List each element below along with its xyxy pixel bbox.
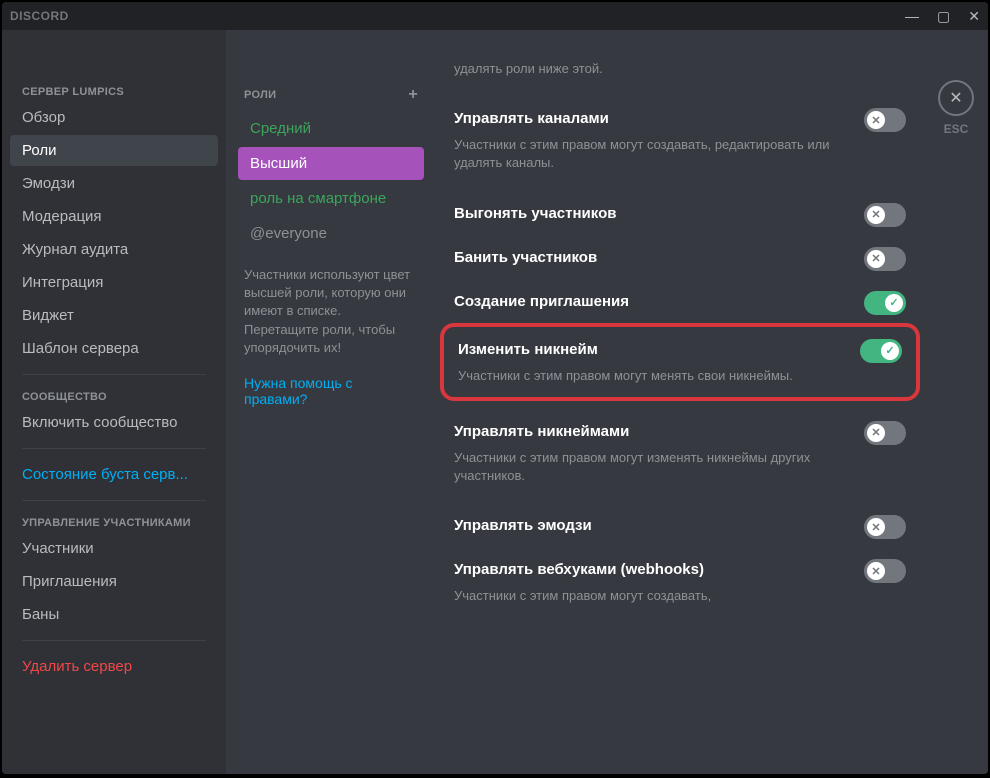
nav-item[interactable]: Участники <box>10 533 218 564</box>
permission-title: Банить участников <box>454 249 597 266</box>
nav-item[interactable]: Интеграция <box>10 267 218 298</box>
nav-delete-server[interactable]: Удалить сервер <box>10 651 218 682</box>
permission-description: Участники с этим правом могут изменять н… <box>454 449 906 499</box>
roles-header-label: РОЛИ <box>244 89 276 101</box>
cross-icon <box>867 206 885 224</box>
divider <box>22 640 206 641</box>
community-section-header: СООБЩЕСТВО <box>10 385 218 407</box>
permission-block: Управлять каналами Участники с этим право… <box>454 92 906 186</box>
nav-item[interactable]: Модерация <box>10 201 218 232</box>
divider <box>22 448 206 449</box>
roles-header: РОЛИ + <box>238 80 424 112</box>
permission-toggle[interactable] <box>864 108 906 132</box>
permission-block: Выгонять участников <box>454 187 906 231</box>
permission-block: Управлять никнеймами Участники с этим пра… <box>454 405 906 499</box>
esc-label: ESC <box>924 122 988 136</box>
nav-item[interactable]: Журнал аудита <box>10 234 218 265</box>
nav-boost-status[interactable]: Состояние буста серв... <box>10 459 218 490</box>
nav-item[interactable]: Баны <box>10 599 218 630</box>
permission-title: Управлять никнеймами <box>454 423 629 440</box>
permission-block: Банить участников <box>454 231 906 275</box>
cross-icon <box>867 250 885 268</box>
permission-row: Управлять эмодзи <box>454 499 906 543</box>
permission-block: удалять роли ниже этой. <box>454 60 906 92</box>
close-button[interactable]: ✕ <box>968 8 980 25</box>
esc-column: ✕ ESC <box>924 30 988 774</box>
roles-help-link[interactable]: Нужна помощь с правами? <box>238 357 424 407</box>
role-item[interactable]: Высший <box>238 147 424 180</box>
divider <box>22 374 206 375</box>
permission-highlighted: Изменить никнейм Участники с этим правом … <box>440 323 920 401</box>
nav-item[interactable]: Шаблон сервера <box>10 333 218 364</box>
role-item[interactable]: @everyone <box>238 217 424 250</box>
role-item[interactable]: Средний <box>238 112 424 145</box>
check-icon <box>881 342 899 360</box>
permission-title: Управлять каналами <box>454 110 609 127</box>
permission-title: Управлять вебхуками (webhooks) <box>454 561 704 578</box>
permission-block: Управлять эмодзи <box>454 499 906 543</box>
maximize-button[interactable]: ▢ <box>937 8 950 25</box>
permission-toggle[interactable] <box>864 559 906 583</box>
app-name: DISCORD <box>10 9 69 23</box>
nav-enable-community[interactable]: Включить сообщество <box>10 407 218 438</box>
divider <box>22 500 206 501</box>
permission-toggle[interactable] <box>864 421 906 445</box>
cross-icon <box>867 424 885 442</box>
window-controls: — ▢ ✕ <box>905 8 980 25</box>
add-role-icon[interactable]: + <box>408 86 418 104</box>
roles-help-text: Участники используют цвет высшей роли, к… <box>238 252 424 357</box>
permission-title: Изменить никнейм <box>458 341 598 358</box>
permission-block: Управлять вебхуками (webhooks) Участники … <box>454 543 906 619</box>
permission-block: Создание приглашения <box>454 275 906 319</box>
nav-item[interactable]: Роли <box>10 135 218 166</box>
permission-description: Участники с этим правом могут создавать, <box>454 587 906 619</box>
minimize-button[interactable]: — <box>905 8 919 25</box>
titlebar: DISCORD — ▢ ✕ <box>2 2 988 30</box>
permission-description: удалять роли ниже этой. <box>454 60 906 92</box>
permission-toggle[interactable] <box>864 247 906 271</box>
permission-title: Управлять эмодзи <box>454 517 592 534</box>
nav-item[interactable]: Эмодзи <box>10 168 218 199</box>
permission-description: Участники с этим правом могут менять сво… <box>458 367 902 395</box>
cross-icon <box>867 562 885 580</box>
permission-toggle[interactable] <box>864 515 906 539</box>
permission-title: Создание приглашения <box>454 293 629 310</box>
permission-toggle[interactable] <box>864 203 906 227</box>
cross-icon <box>867 111 885 129</box>
server-section-header: СЕРВЕР LUMPICS <box>10 80 218 102</box>
permission-toggle[interactable] <box>860 339 902 363</box>
nav-item[interactable]: Обзор <box>10 102 218 133</box>
permission-title: Выгонять участников <box>454 205 616 222</box>
permission-row: Создание приглашения <box>454 275 906 319</box>
roles-list-panel: РОЛИ + СреднийВысшийроль на смартфоне@ev… <box>226 30 436 774</box>
permissions-panel: удалять роли ниже этой.Управлять каналам… <box>436 30 924 774</box>
cross-icon <box>867 518 885 536</box>
member-mgmt-section-header: УПРАВЛЕНИЕ УЧАСТНИКАМИ <box>10 511 218 533</box>
permission-row: Изменить никнейм <box>458 335 902 367</box>
permission-row: Банить участников <box>454 231 906 275</box>
nav-item[interactable]: Приглашения <box>10 566 218 597</box>
settings-sidebar: СЕРВЕР LUMPICS ОбзорРолиЭмодзиМодерацияЖ… <box>2 30 226 774</box>
check-icon <box>885 294 903 312</box>
permission-row: Управлять никнеймами <box>454 405 906 449</box>
permission-row: Выгонять участников <box>454 187 906 231</box>
role-item[interactable]: роль на смартфоне <box>238 182 424 215</box>
permission-toggle[interactable] <box>864 291 906 315</box>
permission-row: Управлять каналами <box>454 92 906 136</box>
nav-item[interactable]: Виджет <box>10 300 218 331</box>
close-settings-button[interactable]: ✕ <box>938 80 974 116</box>
permission-row: Управлять вебхуками (webhooks) <box>454 543 906 587</box>
permission-description: Участники с этим правом могут создавать,… <box>454 136 906 186</box>
